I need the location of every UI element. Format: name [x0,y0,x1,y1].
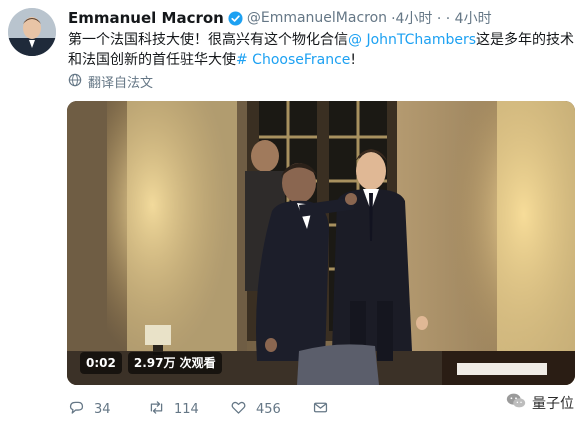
tweet-text-segment: ! [350,52,357,68]
tweet-text-segment: 第一个法国科技大使！很高兴有这个物化合信 [68,32,348,48]
heart-icon [230,399,247,420]
watermark: 量子位 [505,390,574,416]
like-button[interactable]: 456 [230,399,312,420]
display-name[interactable]: Emmanuel Macron [68,9,224,27]
hashtag-link[interactable]: # ChooseFrance [236,52,350,68]
tweet-text-line-2: 和法国创新的首任驻华大使# ChooseFrance! [68,50,573,70]
watermark-label: 量子位 [532,396,574,412]
tweet-actions: 34 114 456 [68,398,329,420]
video-overlay: 0:02 2.97万 次观看 [80,352,222,374]
envelope-icon [312,399,329,420]
avatar[interactable] [8,8,56,56]
video-duration: 0:02 [80,352,122,374]
retweet-count: 114 [174,401,199,417]
tweet-text: 第一个法国科技大使！很高兴有这个物化合信@ JohnTChambers这是多年的… [68,30,575,70]
reply-count: 34 [94,401,111,417]
translate-label: 翻译自法文 [88,76,154,91]
like-count: 456 [256,401,281,417]
video-player[interactable] [67,101,575,385]
reply-button[interactable]: 34 [68,399,148,420]
mention-link[interactable]: @ JohnTChambers [348,32,476,48]
direct-message-button[interactable] [312,399,329,420]
tweet-text-segment: 这是多年的技术 [476,32,575,48]
reply-icon [68,399,85,420]
user-handle[interactable]: @EmmanuelMacron [247,10,387,26]
retweet-icon [148,399,165,420]
retweet-button[interactable]: 114 [148,399,230,420]
tweet-header: Emmanuel Macron @EmmanuelMacron ·4小时 · ·… [68,8,492,28]
video-view-count: 2.97万 次观看 [127,352,222,374]
verified-badge-icon [228,10,243,26]
tweet-text-line-1: 第一个法国科技大使！很高兴有这个物化合信@ JohnTChambers这是多年的… [68,30,575,50]
tweet-text-segment: 和法国创新的首任驻华大使 [68,52,236,68]
globe-icon [68,73,82,91]
translate-button[interactable]: 翻译自法文 [68,72,153,91]
tweet-timestamp[interactable]: ·4小时 · · 4小时 [391,8,492,28]
wechat-icon [505,390,527,416]
